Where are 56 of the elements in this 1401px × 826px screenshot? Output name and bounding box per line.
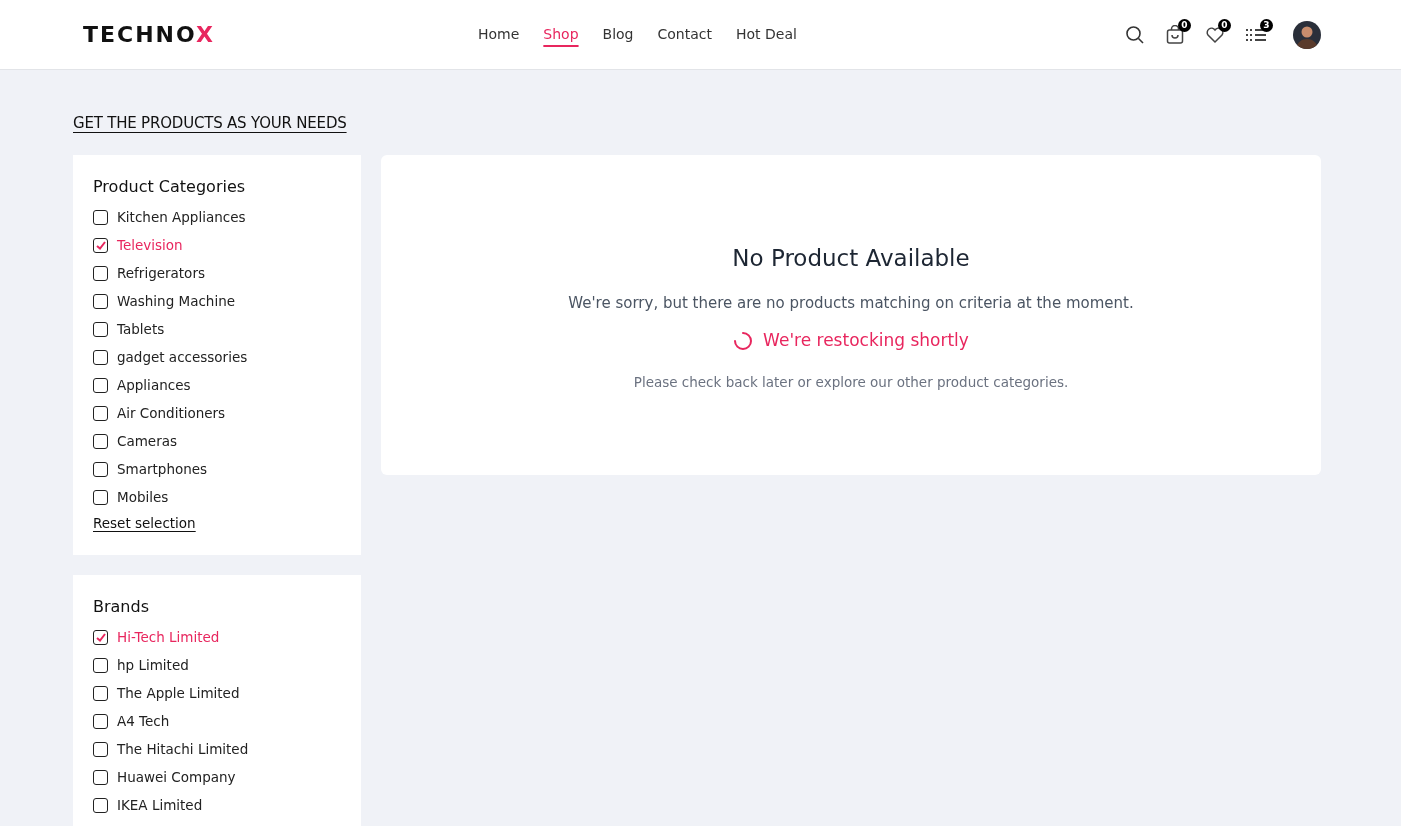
checkbox-label[interactable]: The Hitachi Limited: [117, 738, 249, 760]
nav-link[interactable]: Home: [478, 24, 520, 45]
count-badge: 0: [1178, 18, 1191, 32]
nav-link[interactable]: Hot Deal: [736, 24, 797, 45]
checkbox[interactable]: [93, 741, 108, 757]
checkbox[interactable]: [93, 293, 108, 309]
filter-title: Brands: [93, 596, 150, 618]
checkbox[interactable]: [93, 349, 108, 365]
nav-link[interactable]: Shop: [543, 24, 579, 45]
checkbox[interactable]: [93, 405, 108, 421]
empty-message: We're sorry, but there are no products matching on criteria at the moment.: [568, 292, 1134, 314]
checkbox[interactable]: [93, 797, 108, 813]
spinner-icon: [733, 330, 754, 351]
checkbox-label[interactable]: Washing Machine: [117, 290, 236, 312]
empty-title: No Product Available: [732, 244, 970, 273]
checkbox-label[interactable]: Kitchen Appliances: [117, 206, 246, 228]
checkbox-label[interactable]: Hi-Tech Limited: [117, 626, 220, 648]
checkbox-label[interactable]: The Apple Limited: [117, 682, 240, 704]
checkbox-label[interactable]: gadget accessories: [117, 346, 248, 368]
checkbox[interactable]: [93, 237, 108, 253]
checkbox[interactable]: [93, 489, 108, 505]
count-badge: 3: [1260, 18, 1273, 32]
restocking-status: We're restocking shortly: [763, 329, 969, 352]
checkbox-label[interactable]: Mobiles: [117, 486, 169, 508]
checkbox-label[interactable]: Refrigerators: [117, 262, 205, 284]
checkbox[interactable]: [93, 629, 108, 645]
empty-hint: Please check back later or explore our other product categories.: [633, 372, 1069, 392]
checkbox[interactable]: [93, 657, 108, 673]
logo[interactable]: TECHNOX: [83, 18, 383, 51]
checkbox-label[interactable]: hp Limited: [117, 654, 189, 676]
checkbox-label[interactable]: A4 Tech: [117, 710, 170, 732]
checkbox[interactable]: [93, 713, 108, 729]
checkbox[interactable]: [93, 321, 108, 337]
reset-link[interactable]: Reset selection: [93, 513, 196, 534]
avatar[interactable]: [1293, 20, 1321, 49]
checkbox-label[interactable]: Appliances: [117, 374, 191, 396]
nav-link[interactable]: Contact: [657, 24, 712, 45]
checkbox[interactable]: [93, 685, 108, 701]
count-badge: 0: [1218, 18, 1231, 32]
checkbox-label[interactable]: Tablets: [117, 318, 165, 340]
checkbox-label[interactable]: Smartphones: [117, 458, 208, 480]
checkbox[interactable]: [93, 433, 108, 449]
checkbox[interactable]: [93, 265, 108, 281]
checkbox[interactable]: [93, 769, 108, 785]
checkbox[interactable]: [93, 377, 108, 393]
checkbox-label[interactable]: Television: [117, 234, 183, 256]
filter-title: Product Categories: [93, 176, 247, 198]
page-heading: GET THE PRODUCTS AS YOUR NEEDS: [73, 113, 347, 134]
checkbox[interactable]: [93, 461, 108, 477]
checkbox-label[interactable]: IKEA Limited: [117, 794, 203, 816]
nav-link[interactable]: Blog: [602, 24, 634, 45]
checkbox-label[interactable]: Air Conditioners: [117, 402, 226, 424]
checkbox-label[interactable]: Huawei Company: [117, 766, 236, 788]
checkbox[interactable]: [93, 209, 108, 225]
checkbox-label[interactable]: Cameras: [117, 430, 177, 452]
search-icon[interactable]: [1125, 24, 1145, 45]
